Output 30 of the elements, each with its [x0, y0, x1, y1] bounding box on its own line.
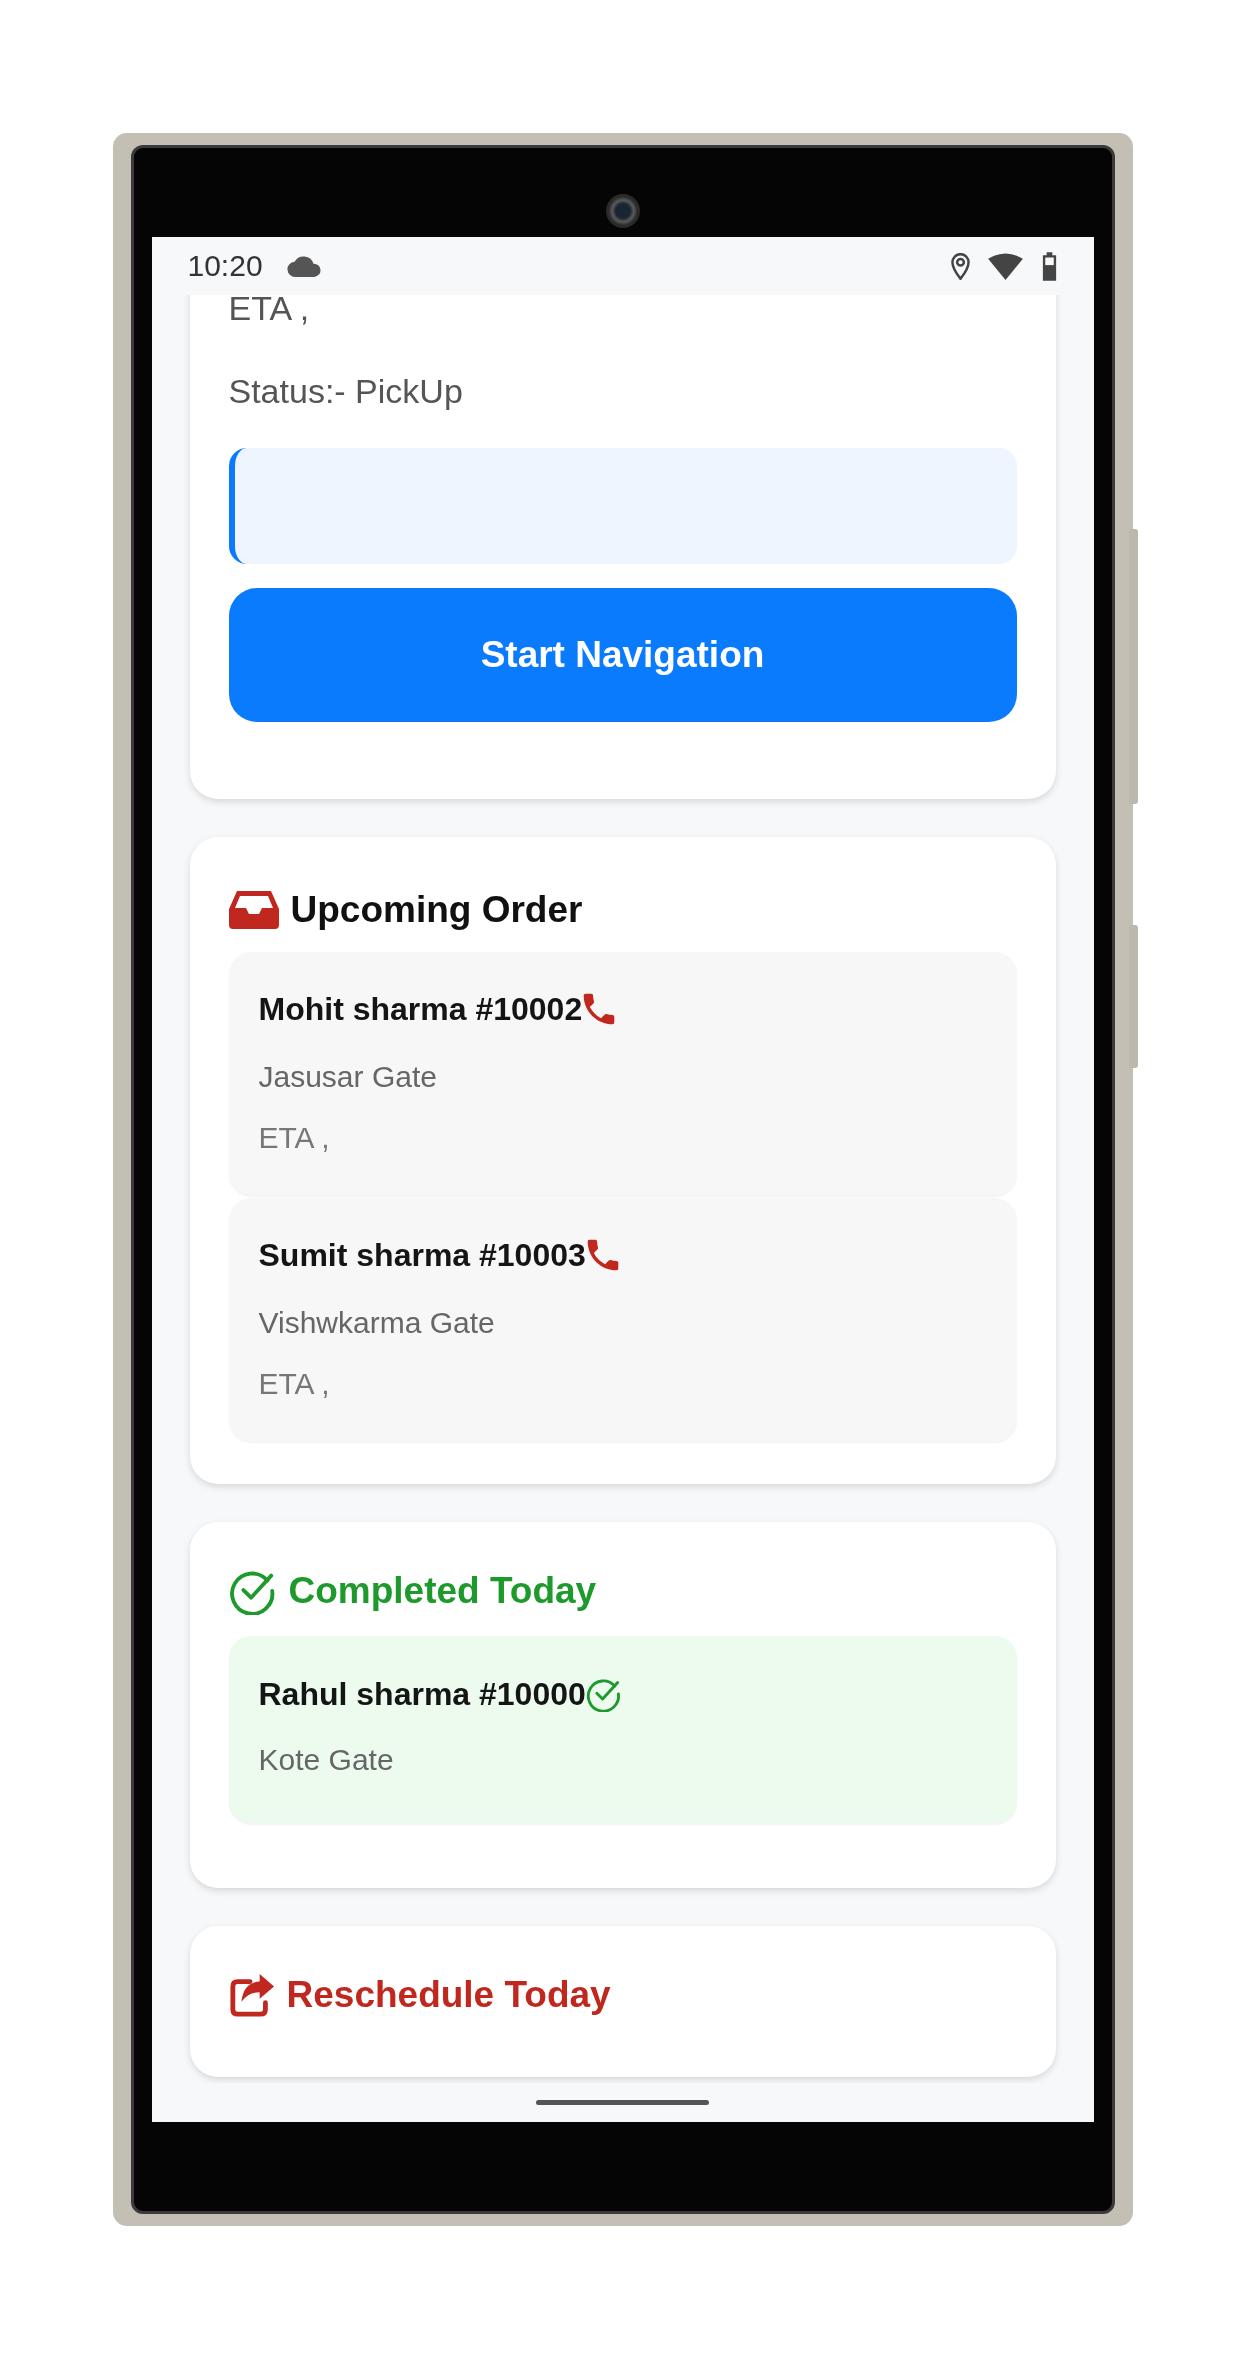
battery-icon [1040, 251, 1058, 281]
address-text: Jasusar Gate [258, 1059, 438, 1095]
customer-name: Sumit sharma #10003 [258, 1236, 586, 1274]
location-pin-icon [950, 252, 970, 280]
address-text: Vishwkarma Gate [258, 1305, 496, 1341]
order-item[interactable]: Mohit sharma #10002 Jasusar Gate ETA , [228, 952, 1017, 1195]
cloud-icon [286, 255, 321, 277]
customer-name: Rahul sharma #10000 [258, 1675, 586, 1713]
eta-text: ETA , [228, 295, 311, 328]
address-text: Kote Gate [258, 1742, 395, 1778]
home-indicator[interactable] [536, 2100, 709, 2105]
order-item[interactable]: Rahul sharma #10000 Kote Gate [228, 1636, 1017, 1823]
section-title: Upcoming Order [290, 889, 583, 931]
eta-text: ETA , [258, 1366, 331, 1402]
section-title: Reschedule Today [286, 1974, 611, 2016]
wifi-icon [987, 252, 1023, 280]
inbox-icon [228, 891, 279, 929]
status-text: Status:- PickUp [228, 371, 464, 411]
share-icon [228, 1972, 275, 2018]
phone-icon [585, 1238, 620, 1272]
input-field[interactable] [228, 448, 1017, 564]
section-title: Completed Today [288, 1570, 597, 1612]
camera-lens [605, 194, 640, 228]
order-item[interactable]: Sumit sharma #10003 Vishwkarma Gate ETA , [228, 1198, 1017, 1441]
customer-name: Mohit sharma #10002 [258, 990, 583, 1028]
phone-icon [582, 992, 617, 1026]
start-navigation-button[interactable]: Start Navigation [228, 588, 1017, 722]
eta-text: ETA , [258, 1120, 331, 1156]
check-circle-icon [585, 1676, 622, 1712]
clock-time: 10:20 [187, 249, 263, 283]
